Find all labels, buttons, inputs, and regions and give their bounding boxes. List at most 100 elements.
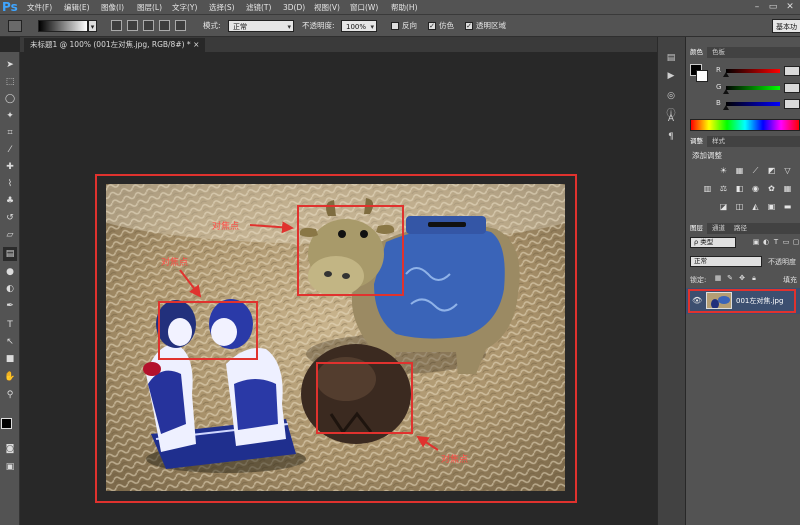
- threshold-icon[interactable]: ◭: [750, 202, 761, 212]
- tab-layers[interactable]: 图层: [686, 223, 707, 234]
- restore-icon[interactable]: ▭: [766, 1, 780, 13]
- invert-icon[interactable]: ◪: [718, 202, 729, 212]
- shape-tool-icon[interactable]: ■: [3, 352, 17, 366]
- color-lookup-icon[interactable]: ▦: [782, 184, 793, 194]
- color-balance-icon[interactable]: ⚖: [718, 184, 729, 194]
- layer-filter-select[interactable]: ρ 类型: [690, 237, 736, 248]
- menu-help[interactable]: 帮助(H): [391, 0, 418, 15]
- paragraph-panel-icon[interactable]: ¶: [664, 130, 678, 144]
- menu-3d[interactable]: 3D(D): [283, 0, 305, 15]
- tab-channels[interactable]: 通道: [708, 223, 729, 234]
- crop-tool-icon[interactable]: ⌗: [3, 126, 17, 140]
- menu-type[interactable]: 文字(Y): [172, 0, 197, 15]
- zoom-tool-icon[interactable]: ⚲: [3, 388, 17, 402]
- lock-transparent-icon[interactable]: ▦: [714, 274, 722, 283]
- type-tool-icon[interactable]: T: [3, 318, 17, 332]
- quick-mask-icon[interactable]: ◙: [3, 442, 17, 456]
- angle-gradient-icon[interactable]: [143, 20, 154, 31]
- curves-icon[interactable]: ⟋: [750, 166, 761, 176]
- channel-b-slider[interactable]: [726, 102, 780, 106]
- menu-edit[interactable]: 编辑(E): [64, 0, 90, 15]
- clone-stamp-tool-icon[interactable]: ♣: [3, 194, 17, 208]
- eraser-tool-icon[interactable]: ▱: [3, 228, 17, 242]
- tab-swatches[interactable]: 色板: [708, 47, 729, 58]
- marquee-tool-icon[interactable]: ⬚: [3, 75, 17, 89]
- workspace-switcher[interactable]: 基本功: [772, 19, 800, 33]
- opacity-input[interactable]: 100%: [341, 20, 377, 33]
- levels-icon[interactable]: ▦: [734, 166, 745, 176]
- lock-position-icon[interactable]: ✥: [738, 274, 746, 283]
- radial-gradient-icon[interactable]: [127, 20, 138, 31]
- gradient-map-icon[interactable]: ▬: [782, 202, 793, 212]
- menu-layer[interactable]: 图层(L): [137, 0, 162, 15]
- channel-r-input[interactable]: [784, 66, 800, 76]
- color-background-swatch[interactable]: [696, 70, 708, 82]
- hue-saturation-icon[interactable]: ▥: [702, 184, 713, 194]
- mode-select[interactable]: 正常: [228, 20, 294, 33]
- screen-mode-icon[interactable]: ▣: [3, 460, 17, 474]
- hand-tool-icon[interactable]: ✋: [3, 370, 17, 384]
- tab-color[interactable]: 颜色: [686, 47, 707, 58]
- foreground-color-swatch[interactable]: [1, 418, 12, 429]
- history-panel-icon[interactable]: ▤: [664, 51, 678, 65]
- lock-all-icon[interactable]: 🔒︎: [750, 274, 758, 283]
- history-brush-tool-icon[interactable]: ↺: [3, 211, 17, 225]
- blend-mode-select[interactable]: 正常: [690, 256, 762, 267]
- filter-shape-icon[interactable]: ▭: [782, 238, 790, 247]
- linear-gradient-icon[interactable]: [111, 20, 122, 31]
- channel-b-input[interactable]: [784, 99, 800, 109]
- gradient-tool-icon[interactable]: ▤: [3, 247, 17, 261]
- lasso-tool-icon[interactable]: ◯: [3, 92, 17, 106]
- gradient-tool-preset-icon[interactable]: [8, 20, 22, 32]
- menu-view[interactable]: 视图(V): [314, 0, 340, 15]
- pen-tool-icon[interactable]: ✒: [3, 299, 17, 313]
- lock-pixels-icon[interactable]: ✎: [726, 274, 734, 283]
- menu-filter[interactable]: 滤镜(T): [246, 0, 271, 15]
- color-spectrum[interactable]: [690, 119, 800, 131]
- move-tool-icon[interactable]: ➤: [3, 58, 17, 72]
- vibrance-icon[interactable]: ▽: [782, 166, 793, 176]
- menu-select[interactable]: 选择(S): [209, 0, 235, 15]
- channel-r-slider[interactable]: [726, 69, 780, 73]
- magic-wand-tool-icon[interactable]: ✦: [3, 109, 17, 123]
- brush-tool-icon[interactable]: ⌇: [3, 177, 17, 191]
- close-tab-icon[interactable]: ×: [193, 40, 199, 49]
- selective-color-icon[interactable]: ▣: [766, 202, 777, 212]
- path-selection-tool-icon[interactable]: ↖: [3, 335, 17, 349]
- diamond-gradient-icon[interactable]: [175, 20, 186, 31]
- reflected-gradient-icon[interactable]: [159, 20, 170, 31]
- healing-brush-tool-icon[interactable]: ✚: [3, 160, 17, 174]
- channel-mixer-icon[interactable]: ✿: [766, 184, 777, 194]
- filter-smart-icon[interactable]: ▢: [792, 238, 800, 247]
- menu-image[interactable]: 图像(I): [101, 0, 124, 15]
- photo-filter-icon[interactable]: ◉: [750, 184, 761, 194]
- channel-g-slider[interactable]: [726, 86, 780, 90]
- gradient-picker[interactable]: [38, 20, 88, 32]
- menu-file[interactable]: 文件(F): [27, 0, 52, 15]
- eyedropper-tool-icon[interactable]: ⁄: [3, 143, 17, 157]
- filter-pixel-icon[interactable]: ▣: [752, 238, 760, 247]
- dodge-tool-icon[interactable]: ◐: [3, 282, 17, 296]
- character-panel-icon[interactable]: A: [664, 112, 678, 126]
- channel-g-input[interactable]: [784, 83, 800, 93]
- menu-window[interactable]: 窗口(W): [350, 0, 378, 15]
- blur-tool-icon[interactable]: ●: [3, 265, 17, 279]
- posterize-icon[interactable]: ◫: [734, 202, 745, 212]
- minimize-icon[interactable]: –: [750, 1, 764, 13]
- black-white-icon[interactable]: ◧: [734, 184, 745, 194]
- tab-adjustments[interactable]: 调整: [686, 136, 707, 147]
- brightness-icon[interactable]: ☀: [718, 166, 729, 176]
- exposure-icon[interactable]: ◩: [766, 166, 777, 176]
- tab-paths[interactable]: 路径: [730, 223, 751, 234]
- filter-type-icon[interactable]: T: [772, 238, 780, 247]
- channel-r-handle[interactable]: [723, 72, 729, 77]
- actions-panel-icon[interactable]: ▶: [664, 69, 678, 83]
- tab-styles[interactable]: 样式: [708, 136, 729, 147]
- channel-g-handle[interactable]: [723, 89, 729, 94]
- filter-adjustment-icon[interactable]: ◐: [762, 238, 770, 247]
- dither-checkbox[interactable]: ✓: [428, 22, 436, 30]
- properties-panel-icon[interactable]: ◎: [664, 89, 678, 103]
- channel-b-handle[interactable]: [723, 105, 729, 110]
- document-tab[interactable]: 未标题1 @ 100% (001左对焦.jpg, RGB/8#) * ×: [24, 38, 206, 52]
- transparency-checkbox[interactable]: ✓: [465, 22, 473, 30]
